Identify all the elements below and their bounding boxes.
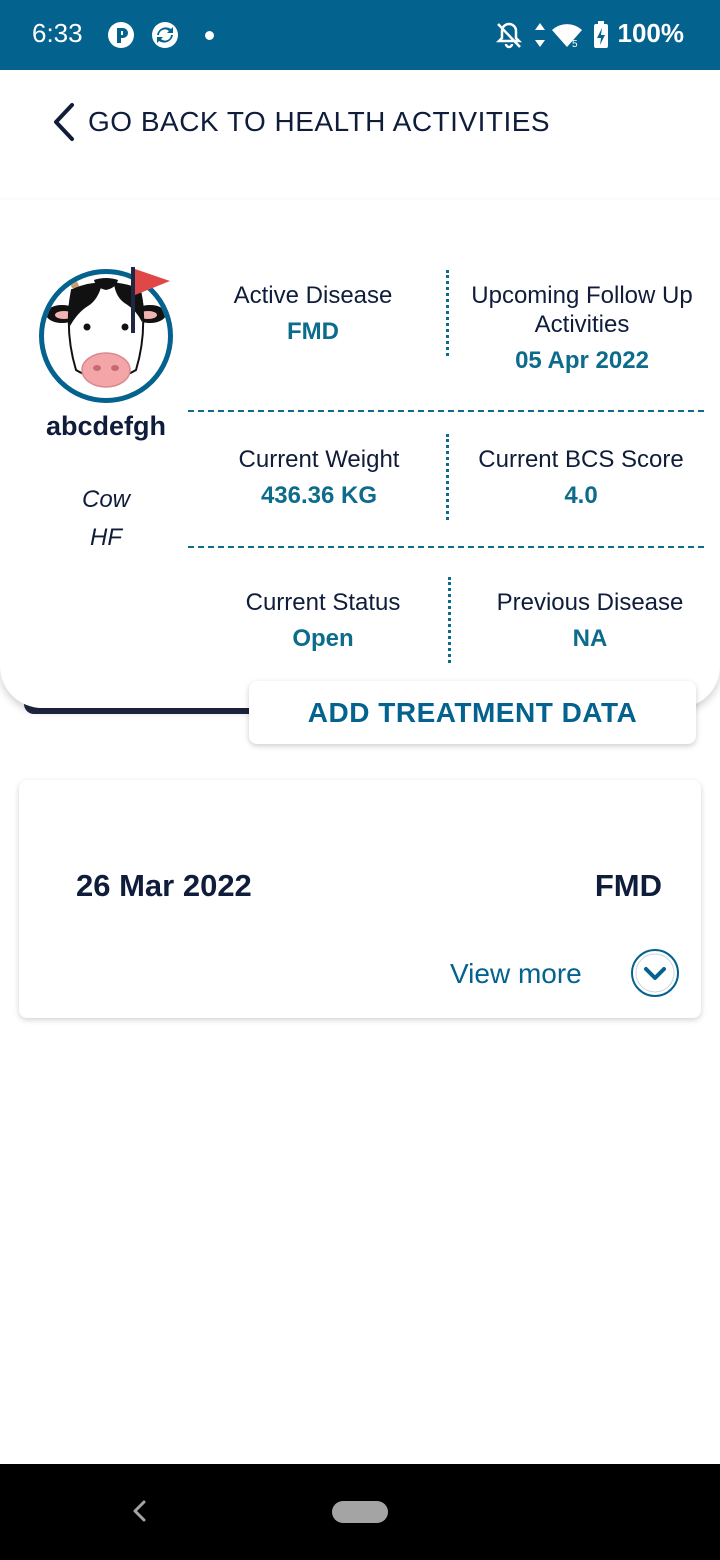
data-arrows-icon bbox=[535, 23, 545, 47]
stat-value: 05 Apr 2022 bbox=[515, 347, 649, 374]
stat-value: Open bbox=[292, 625, 354, 652]
stat-label: Current BCS Score bbox=[478, 446, 684, 473]
battery-charging-icon bbox=[594, 21, 608, 48]
sync-icon bbox=[152, 22, 178, 48]
wifi-icon: 5 bbox=[552, 24, 582, 50]
status-bar: 6:33 5 100% bbox=[0, 0, 720, 70]
stat-label: Current Weight bbox=[238, 446, 400, 473]
stat-current-status: Current Status Open bbox=[210, 588, 436, 653]
notification-dot-icon bbox=[205, 31, 214, 40]
stat-label: Previous Disease bbox=[496, 589, 684, 616]
bell-off-icon bbox=[495, 22, 523, 49]
animal-breed: HF bbox=[90, 524, 122, 551]
vertical-divider bbox=[446, 434, 449, 520]
view-more-link[interactable]: View more bbox=[450, 958, 582, 990]
back-label: GO BACK TO HEALTH ACTIVITIES bbox=[88, 106, 551, 137]
horizontal-divider bbox=[188, 546, 704, 548]
record-disease: FMD bbox=[594, 868, 662, 903]
stat-value: 4.0 bbox=[564, 482, 598, 509]
stat-current-weight: Current Weight 436.36 KG bbox=[200, 445, 438, 510]
vertical-divider bbox=[448, 577, 451, 663]
vertical-divider bbox=[446, 270, 449, 356]
treatment-record-card: 26 Mar 2022 FMD View more bbox=[19, 780, 701, 1018]
nav-back-icon[interactable] bbox=[130, 1496, 148, 1526]
stat-value: FMD bbox=[287, 318, 339, 345]
animal-name: abcdefgh bbox=[45, 411, 166, 441]
p-app-icon bbox=[108, 22, 134, 48]
animal-type: Cow bbox=[81, 486, 130, 513]
battery-percent: 100% bbox=[617, 18, 685, 48]
stat-label: Active Disease bbox=[233, 282, 393, 309]
stat-label: Current Status bbox=[245, 589, 401, 616]
record-date: 26 Mar 2022 bbox=[76, 868, 252, 903]
horizontal-divider bbox=[188, 410, 704, 412]
chevron-left-icon bbox=[54, 103, 74, 141]
stat-active-disease: Active Disease FMD bbox=[200, 281, 426, 346]
stat-upcoming-follow-up: Upcoming Follow Up Activities 05 Apr 202… bbox=[462, 281, 702, 375]
chevron-down-circle-icon[interactable] bbox=[630, 948, 680, 998]
back-to-health-activities[interactable]: GO BACK TO HEALTH ACTIVITIES bbox=[50, 100, 550, 144]
stat-label: Upcoming Follow Up Activities bbox=[471, 282, 693, 338]
add-treatment-data-button[interactable]: ADD TREATMENT DATA bbox=[249, 681, 696, 744]
red-flag-icon bbox=[131, 267, 170, 333]
stat-value: NA bbox=[572, 625, 608, 652]
svg-text:5: 5 bbox=[572, 39, 578, 50]
nav-home-pill[interactable] bbox=[332, 1501, 388, 1523]
stat-previous-disease: Previous Disease NA bbox=[470, 588, 710, 653]
stat-current-bcs: Current BCS Score 4.0 bbox=[462, 445, 700, 510]
status-time: 6:33 bbox=[32, 18, 83, 48]
stat-value: 436.36 KG bbox=[260, 482, 378, 509]
